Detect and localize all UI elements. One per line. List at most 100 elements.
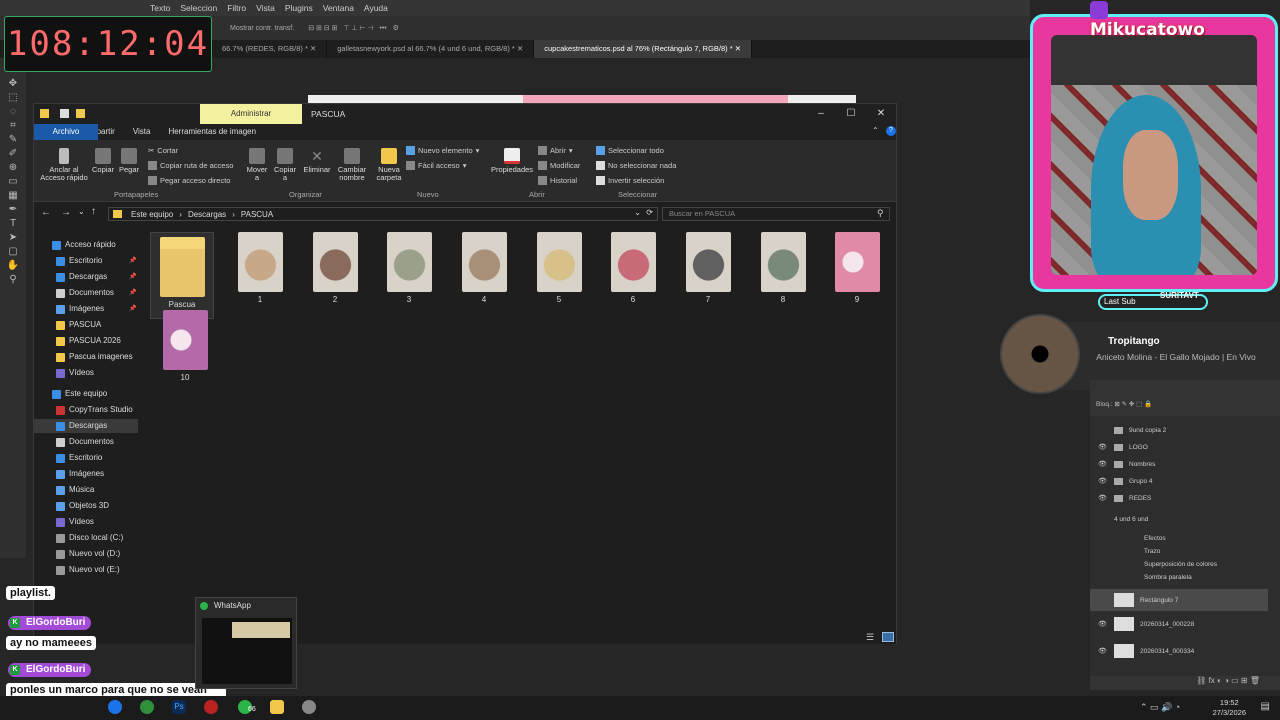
ps-menu-item[interactable]: Filtro: [227, 3, 246, 13]
pin-quick-access-button[interactable]: Anclar al Acceso rápido: [38, 148, 90, 182]
nav-item[interactable]: Vídeos: [34, 366, 94, 380]
nav-item[interactable]: Acceso rápido: [34, 238, 116, 252]
layer-row[interactable]: 👁 Nombres: [1090, 456, 1270, 472]
pin-icon[interactable]: 📌: [129, 270, 136, 284]
system-tray-icons[interactable]: ⌃ ▭ 🔊 ◔: [1140, 702, 1180, 713]
chrome-icon[interactable]: [140, 700, 154, 714]
address-bar[interactable]: Este equipo › Descargas › PASCUA ⌄ ⟳: [108, 207, 658, 221]
nav-item[interactable]: Disco local (C:): [34, 531, 123, 545]
image-file-item[interactable]: 10: [153, 310, 217, 382]
close-tab-icon[interactable]: ✕: [515, 44, 523, 53]
layer-row[interactable]: 9und copia 2: [1090, 422, 1270, 438]
layer-row[interactable]: 👁 Grupo 4: [1090, 473, 1270, 489]
select-none-button[interactable]: No seleccionar nada: [596, 161, 676, 170]
details-view-icon[interactable]: ☰: [866, 632, 874, 643]
cut-button[interactable]: ✂ Cortar: [148, 146, 178, 155]
nav-item[interactable]: Escritorio: [34, 451, 102, 465]
eyedropper-icon[interactable]: ✎: [9, 134, 17, 145]
edit-button[interactable]: Modificar: [538, 161, 580, 170]
document-tab[interactable]: cupcakestrematicos.psd al 76% (Rectángul…: [534, 40, 753, 58]
properties-quick-icon[interactable]: [60, 109, 69, 118]
layers-footer-icons[interactable]: ⛓ fx ◐ ◑ ▭ ⊞ 🗑: [1090, 676, 1280, 690]
paste-shortcut-button[interactable]: Pegar acceso directo: [148, 176, 230, 185]
select-all-button[interactable]: Seleccionar todo: [596, 146, 664, 155]
obs-icon[interactable]: [204, 700, 218, 714]
image-file-item[interactable]: 4: [452, 232, 516, 304]
breadcrumb-this-pc[interactable]: Este equipo: [131, 210, 173, 219]
layer-row[interactable]: 👁 REDES: [1090, 490, 1270, 506]
ps-menu-item[interactable]: Ventana: [323, 3, 354, 13]
image-file-item[interactable]: 3: [377, 232, 441, 304]
move-to-button[interactable]: Mover a: [244, 148, 270, 182]
nav-item[interactable]: Música: [34, 483, 94, 497]
open-button[interactable]: Abrir ▾: [538, 146, 573, 155]
layer-row[interactable]: 👁 20260314_000228: [1090, 616, 1270, 632]
ribbon-tab[interactable]: Archivo: [34, 124, 98, 140]
nav-item[interactable]: Descargas: [34, 419, 138, 433]
path-select-icon[interactable]: ➤: [9, 232, 17, 243]
image-file-item[interactable]: 7: [676, 232, 740, 304]
visibility-eye-icon[interactable]: 👁: [1098, 494, 1108, 502]
collapse-ribbon-icon[interactable]: ⌃: [872, 126, 879, 135]
nav-item[interactable]: Pascua imagenes: [34, 350, 133, 364]
visibility-eye-icon[interactable]: 👁: [1098, 460, 1108, 468]
gradient-tool-icon[interactable]: ▦: [8, 190, 17, 201]
ps-menu-item[interactable]: Plugins: [285, 3, 313, 13]
browser-icon[interactable]: [108, 700, 122, 714]
history-button[interactable]: Historial: [538, 176, 577, 185]
image-file-item[interactable]: 9: [825, 232, 889, 304]
image-file-item[interactable]: 8: [751, 232, 815, 304]
nav-item[interactable]: Nuevo vol (E:): [34, 563, 120, 577]
shape-tool-icon[interactable]: ▢: [8, 246, 17, 257]
copy-button[interactable]: Copiar: [92, 148, 114, 174]
document-tab[interactable]: 66.7% (REDES, RGB/8) * ✕: [212, 40, 328, 58]
pen-tool-icon[interactable]: ✒: [9, 204, 17, 215]
pin-icon[interactable]: 📌: [129, 286, 136, 300]
align-icons[interactable]: ⊟ ⊞ ⊟ ⊞ ⊤ ⊥ ⊢ ⊣ ••• ⚙: [308, 24, 399, 32]
delete-button[interactable]: ✕ Eliminar: [302, 148, 332, 174]
close-tab-icon[interactable]: ✕: [308, 44, 316, 53]
nav-item[interactable]: Escritorio 📌: [34, 254, 136, 268]
rename-button[interactable]: Cambiar nombre: [334, 148, 370, 182]
address-dropdown-icon[interactable]: ⌄: [634, 208, 641, 217]
nav-item[interactable]: Documentos 📌: [34, 286, 136, 300]
nav-item[interactable]: Este equipo: [34, 387, 107, 401]
ps-menu-item[interactable]: Texto: [150, 3, 170, 13]
pin-icon[interactable]: 📌: [129, 302, 136, 316]
properties-button[interactable]: Propiedades: [490, 148, 534, 174]
easy-access-button[interactable]: Fácil acceso ▾: [406, 161, 466, 170]
folder-item[interactable]: Pascua imagenes: [150, 232, 214, 319]
whatsapp-preview[interactable]: WhatsApp: [195, 597, 297, 689]
back-arrow-icon[interactable]: ←: [41, 207, 51, 218]
photoshop-icon[interactable]: Ps: [172, 700, 186, 714]
paste-button[interactable]: Pegar: [118, 148, 140, 174]
large-icons-view-icon[interactable]: [882, 632, 894, 642]
maximize-icon[interactable]: ☐: [836, 104, 866, 124]
visibility-eye-icon[interactable]: 👁: [1098, 620, 1108, 628]
move-tool-icon[interactable]: ✥: [9, 78, 17, 89]
layer-row[interactable]: 👁 20260314_000334: [1090, 643, 1270, 659]
text-tool-icon[interactable]: T: [10, 218, 16, 229]
nav-item[interactable]: Documentos: [34, 435, 114, 449]
manage-tab[interactable]: Administrar: [200, 104, 302, 124]
new-folder-quick-icon[interactable]: [76, 109, 85, 118]
ps-menu-item[interactable]: Ayuda: [364, 3, 388, 13]
show-transform-controls[interactable]: Mostrar contr. transf.: [230, 25, 294, 32]
lasso-tool-icon[interactable]: ◌: [10, 106, 16, 117]
layer-row[interactable]: Sombra paralela: [1090, 569, 1270, 585]
visibility-eye-icon[interactable]: 👁: [1098, 647, 1108, 655]
hand-tool-icon[interactable]: ✋: [7, 260, 19, 271]
breadcrumb-downloads[interactable]: Descargas: [188, 210, 226, 219]
search-input[interactable]: Buscar en PASCUA: [662, 207, 890, 221]
brush-tool-icon[interactable]: ✐: [9, 148, 17, 159]
nav-item[interactable]: Nuevo vol (D:): [34, 547, 120, 561]
image-file-item[interactable]: 2: [303, 232, 367, 304]
minimize-icon[interactable]: –: [806, 104, 836, 124]
close-tab-icon[interactable]: ✕: [733, 44, 741, 53]
nav-item[interactable]: Imágenes: [34, 467, 104, 481]
crop-tool-icon[interactable]: ⌗: [10, 120, 16, 131]
invert-selection-button[interactable]: Invertir selección: [596, 176, 664, 185]
ps-menu-item[interactable]: Vista: [256, 3, 275, 13]
nav-item[interactable]: Imágenes 📌: [34, 302, 136, 316]
close-icon[interactable]: ✕: [866, 104, 896, 124]
